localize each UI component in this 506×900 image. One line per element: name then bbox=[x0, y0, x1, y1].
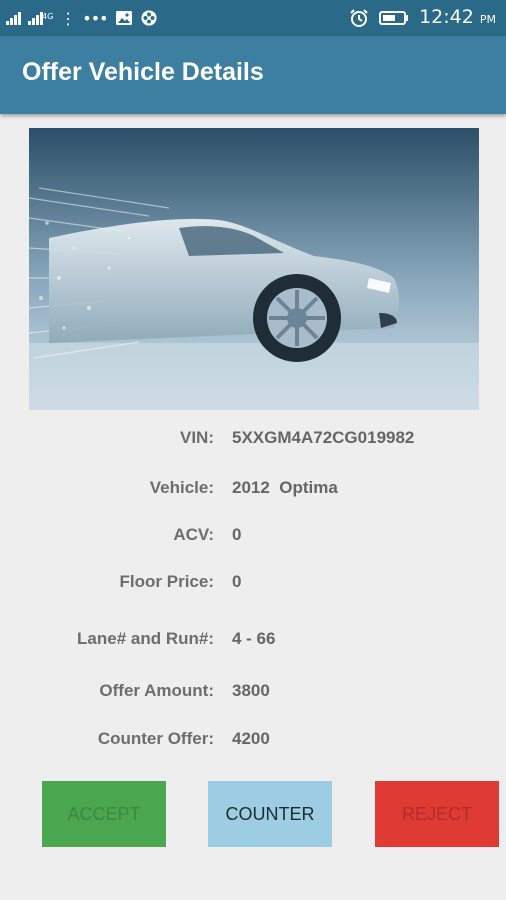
page-title: Offer Vehicle Details bbox=[22, 58, 264, 86]
status-time: 12:42 PM bbox=[419, 5, 496, 32]
status-bar-left: 4G ⋮ ••• bbox=[6, 8, 158, 28]
battery-icon bbox=[379, 11, 409, 25]
status-time-suffix: PM bbox=[479, 12, 496, 26]
status-bar: 4G ⋮ ••• 12:42 PM bbox=[0, 0, 506, 36]
acv-value: 0 bbox=[232, 525, 242, 544]
vin-label: VIN: bbox=[180, 428, 214, 447]
vehicle-image-graphic bbox=[29, 128, 479, 410]
detail-row-vin: VIN: 5XXGM4A72CG019982 bbox=[0, 428, 506, 452]
offer-amount-label: Offer Amount: bbox=[99, 681, 214, 700]
vehicle-value: 2012 Optima bbox=[232, 478, 338, 497]
detail-row-acv: ACV: 0 bbox=[0, 525, 506, 549]
status-bar-right: 12:42 PM bbox=[349, 6, 496, 30]
detail-row-counter-offer: Counter Offer: 4200 bbox=[0, 729, 506, 753]
network-label: 4G bbox=[42, 12, 54, 21]
floor-price-label: Floor Price: bbox=[119, 572, 214, 591]
signal-icon bbox=[6, 11, 21, 25]
detail-row-floor-price: Floor Price: 0 bbox=[0, 572, 506, 596]
detail-row-offer-amount: Offer Amount: 3800 bbox=[0, 681, 506, 705]
vehicle-label: Vehicle: bbox=[149, 478, 214, 497]
floor-price-value: 0 bbox=[232, 572, 242, 591]
app-notification-icon bbox=[141, 10, 157, 26]
offer-amount-value: 3800 bbox=[232, 681, 270, 700]
app-bar: Offer Vehicle Details bbox=[0, 36, 506, 114]
counter-offer-label: Counter Offer: bbox=[97, 729, 214, 748]
detail-row-lane-run: Lane# and Run#: 4 - 66 bbox=[0, 629, 506, 653]
accept-button[interactable]: ACCEPT bbox=[42, 781, 166, 847]
lane-run-label: Lane# and Run#: bbox=[77, 629, 214, 648]
vehicle-image bbox=[29, 128, 479, 410]
alarm-icon bbox=[350, 9, 368, 27]
reject-button[interactable]: REJECT bbox=[375, 781, 499, 847]
image-notification-icon bbox=[115, 11, 132, 25]
vin-value: 5XXGM4A72CG019982 bbox=[232, 428, 415, 447]
acv-label: ACV: bbox=[173, 525, 214, 544]
counter-offer-value: 4200 bbox=[232, 729, 270, 748]
overflow-dots-icon: ⋮ bbox=[60, 8, 76, 28]
status-time-value: 12:42 bbox=[419, 5, 474, 28]
signal-4g-icon: 4G bbox=[28, 11, 53, 25]
lane-run-value: 4 - 66 bbox=[232, 629, 276, 648]
more-dots-icon: ••• bbox=[82, 8, 108, 28]
detail-row-vehicle: Vehicle: 2012 Optima bbox=[0, 478, 506, 502]
counter-button[interactable]: COUNTER bbox=[208, 781, 332, 847]
